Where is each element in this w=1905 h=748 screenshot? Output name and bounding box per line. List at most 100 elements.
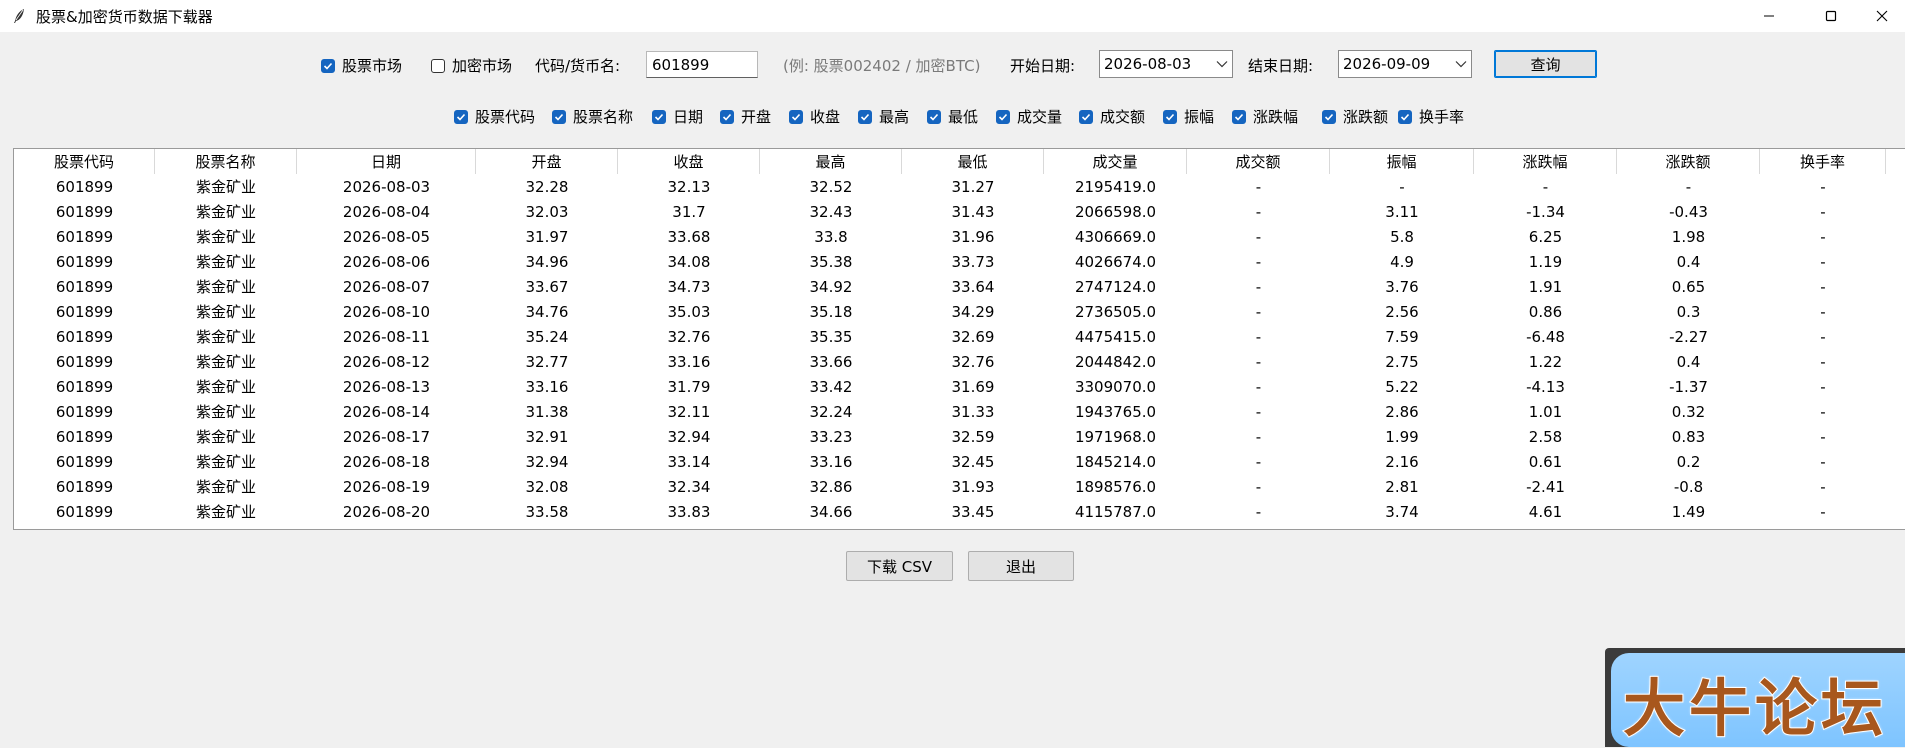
table-cell: 32.24 [809,402,853,421]
checkbox-checked-icon [454,109,468,124]
table-cell: 1845214.0 [1074,452,1157,471]
column-header[interactable]: 成交量 [1044,149,1187,174]
table-cell: 32.59 [951,427,995,446]
column-filter-label: 成交额 [1100,108,1146,126]
column-header[interactable]: 成交额 [1187,149,1330,174]
column-filter-checkbox[interactable]: 股票名称 [552,106,633,127]
table-cell: - [1255,327,1262,346]
table-cell: 33.16 [667,352,711,371]
table-cell: -4.13 [1526,377,1565,396]
column-filter-checkbox[interactable]: 开盘 [720,106,771,127]
column-header[interactable]: 股票名称 [155,149,297,174]
table-cell: 32.76 [951,352,995,371]
column-filter-checkbox[interactable]: 换手率 [1398,106,1464,127]
table-row[interactable]: 601899 紫金矿业 2026-08-10 34.76 35.03 35.18 34.29… [14,299,1905,324]
table-cell: 紫金矿业 [195,503,256,521]
column-header[interactable]: 开盘 [476,149,618,174]
column-header[interactable]: 最低 [902,149,1044,174]
checkbox-checked-icon [321,58,335,73]
query-button[interactable]: 查询 [1494,50,1597,78]
end-date-select[interactable]: 2026-09-09 [1338,50,1472,78]
table-cell: 35.18 [809,302,853,321]
table-row[interactable]: 601899 紫金矿业 2026-08-06 34.96 34.08 35.38 33.73… [14,249,1905,274]
table-cell: 31.69 [951,377,995,396]
table-cell: - [1255,277,1262,296]
column-filter-checkbox[interactable]: 涨跌幅 [1232,106,1298,127]
table-cell: 31.7 [672,202,706,221]
download-csv-button[interactable]: 下载 CSV [846,551,953,581]
checkbox-checked-icon [858,109,872,124]
column-header[interactable]: 涨跌额 [1617,149,1760,174]
table-cell: - [1255,177,1262,196]
table-cell: 601899 [55,402,114,421]
table-cell: - [1820,502,1826,521]
table-cell: 2026-08-12 [342,352,431,371]
column-filter-checkbox[interactable]: 日期 [652,106,703,127]
table-cell: - [1255,452,1262,471]
table-row[interactable]: 601899 紫金矿业 2026-08-07 33.67 34.73 34.92 33.64… [14,274,1905,299]
table-cell: 34.92 [809,277,853,296]
column-filter-checkbox[interactable]: 振幅 [1163,106,1214,127]
column-filter-checkbox[interactable]: 成交量 [996,106,1062,127]
table-cell: 1.99 [1385,427,1419,446]
column-header[interactable]: 股票代码 [14,149,155,174]
table-row[interactable]: 601899 紫金矿业 2026-08-03 32.28 32.13 32.52 31.27… [14,174,1905,199]
column-header[interactable]: 涨跌幅 [1474,149,1617,174]
minimize-icon [1764,15,1774,17]
table-cell: 0.61 [1528,452,1563,471]
column-filter-checkbox[interactable]: 股票代码 [454,106,535,127]
table-cell: 5.8 [1390,227,1414,246]
column-header[interactable]: 最高 [760,149,902,174]
table-cell: 1.91 [1528,277,1563,296]
table-cell: 32.34 [667,477,711,496]
table-cell: 2066598.0 [1074,202,1157,221]
table-row[interactable]: 601899 紫金矿业 2026-08-19 32.08 32.34 32.86 31.93… [14,474,1905,499]
table-row[interactable]: 601899 紫金矿业 2026-08-11 35.24 32.76 35.35 32.69… [14,324,1905,349]
column-header[interactable]: 日期 [297,149,476,174]
table-cell: - [1255,252,1262,271]
table-cell: 35.24 [525,327,569,346]
table-row[interactable]: 601899 紫金矿业 2026-08-17 32.91 32.94 33.23 32.59… [14,424,1905,449]
table-cell: 3.76 [1385,277,1419,296]
table-row[interactable]: 601899 紫金矿业 2026-08-05 31.97 33.68 33.8 31.96 4… [14,224,1905,249]
table-cell: 6.25 [1528,227,1563,246]
column-header[interactable]: 换手率 [1760,149,1886,174]
table-cell: 1971968.0 [1074,427,1157,446]
table-row[interactable]: 601899 紫金矿业 2026-08-13 33.16 31.79 33.42 31.69… [14,374,1905,399]
crypto-market-checkbox[interactable]: 加密市场 [431,55,512,76]
table-cell: 34.73 [667,277,711,296]
table-row[interactable]: 601899 紫金矿业 2026-08-18 32.94 33.14 33.16 32.45… [14,449,1905,474]
stock-market-checkbox[interactable]: 股票市场 [321,55,402,76]
table-cell: - [1820,277,1826,296]
table-cell: 0.86 [1528,302,1563,321]
table-cell: -0.8 [1673,477,1704,496]
start-date-select[interactable]: 2026-08-03 [1099,50,1233,78]
data-table[interactable]: 股票代码 股票名称 日期 开盘 收盘 最高 最低 成交量 成交额 振幅 涨跌幅 涨跌额 换手率 6018… [13,148,1905,530]
close-button[interactable] [1859,0,1905,32]
table-cell: 33.64 [951,277,995,296]
table-cell: 2.75 [1385,352,1419,371]
minimize-button[interactable] [1746,0,1792,32]
table-cell: - [1820,327,1826,346]
table-row[interactable]: 601899 紫金矿业 2026-08-14 31.38 32.11 32.24 31.33… [14,399,1905,424]
exit-button[interactable]: 退出 [968,551,1074,581]
column-header[interactable]: 振幅 [1330,149,1474,174]
column-filter-checkbox[interactable]: 涨跌额 [1322,106,1388,127]
table-cell: - [1255,377,1262,396]
column-filter-checkbox[interactable]: 最低 [927,106,978,127]
column-filter-checkbox[interactable]: 最高 [858,106,909,127]
table-cell: 601899 [55,352,114,371]
table-row[interactable]: 601899 紫金矿业 2026-08-04 32.03 31.7 32.43 31.43 2… [14,199,1905,224]
column-header[interactable]: 收盘 [618,149,760,174]
code-input[interactable] [646,51,758,78]
table-row[interactable]: 601899 紫金矿业 2026-08-12 32.77 33.16 33.66 32.76… [14,349,1905,374]
column-filter-checkbox[interactable]: 成交额 [1079,106,1145,127]
table-cell: 紫金矿业 [195,478,256,496]
table-cell: - [1820,452,1826,471]
table-row[interactable]: 601899 紫金矿业 2026-08-20 33.58 33.83 34.66 33.45… [14,499,1905,524]
table-cell: 32.86 [809,477,853,496]
table-cell: 31.96 [951,227,995,246]
column-filter-checkbox[interactable]: 收盘 [789,106,840,127]
table-cell: - [1542,177,1549,196]
maximize-button[interactable] [1808,0,1854,32]
